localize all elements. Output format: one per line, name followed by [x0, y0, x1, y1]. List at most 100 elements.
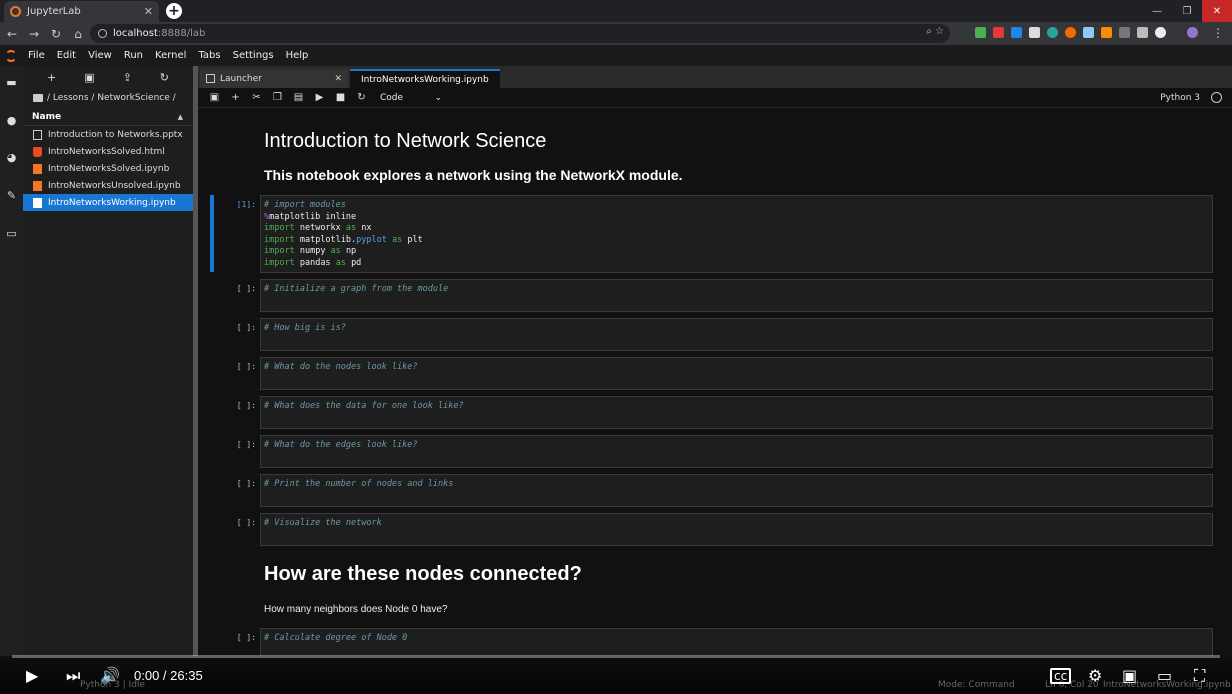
- file-browser: + ▣ ⇪ ↻ / Lessons / NetworkScience / Nam…: [23, 66, 193, 656]
- file-item[interactable]: Introduction to Networks.pptx: [23, 126, 193, 143]
- breadcrumb[interactable]: / Lessons / NetworkScience /: [23, 88, 193, 108]
- file-list-header[interactable]: Name ▲: [23, 108, 193, 126]
- extension-icon[interactable]: [1047, 27, 1058, 38]
- extension-icon[interactable]: [1155, 27, 1166, 38]
- restart-icon[interactable]: ↻: [351, 92, 372, 103]
- notebook-title: Introduction to Network Science: [264, 130, 547, 152]
- question-text: How many neighbors does Node 0 have?: [264, 604, 448, 615]
- file-item-selected[interactable]: IntroNetworksWorking.ipynb: [23, 194, 193, 211]
- new-launcher-icon[interactable]: +: [47, 71, 56, 84]
- restore-button[interactable]: ❐: [1172, 0, 1202, 22]
- new-folder-icon[interactable]: ▣: [84, 71, 94, 84]
- save-icon[interactable]: ▣: [204, 92, 225, 103]
- folder-icon[interactable]: ▬: [5, 77, 18, 89]
- file-item[interactable]: IntroNetworksUnsolved.ipynb: [23, 177, 193, 194]
- close-icon[interactable]: ✕: [334, 74, 342, 84]
- file-item[interactable]: IntroNetworksSolved.ipynb: [23, 160, 193, 177]
- theater-mode-icon[interactable]: ▭: [1157, 666, 1172, 685]
- info-icon[interactable]: [98, 29, 107, 38]
- home-icon[interactable]: ⌂: [68, 27, 88, 41]
- run-icon[interactable]: ▶: [309, 92, 330, 103]
- volume-icon[interactable]: 🔊: [100, 666, 120, 685]
- window-close-button[interactable]: ✕: [1202, 0, 1232, 22]
- sort-arrow-icon[interactable]: ▲: [178, 113, 183, 121]
- left-activity-bar: ▬ ● ◕ ✎ ▭: [0, 66, 23, 656]
- tab-notebook[interactable]: IntroNetworksWorking.ipynb: [350, 69, 500, 88]
- paste-icon[interactable]: ▤: [288, 92, 309, 103]
- extension-icon[interactable]: [993, 27, 1004, 38]
- settings-gear-icon[interactable]: ⚙: [1088, 666, 1102, 685]
- jupyter-favicon-icon: [10, 6, 21, 17]
- back-arrow-icon[interactable]: ←: [2, 27, 22, 41]
- stop-icon[interactable]: ■: [330, 92, 351, 103]
- add-cell-icon[interactable]: +: [225, 92, 246, 103]
- cell-prompt: [ ]:: [236, 440, 256, 449]
- file-name: IntroNetworksWorking.ipynb: [48, 197, 176, 208]
- next-icon[interactable]: ⏭: [66, 666, 80, 686]
- code-comment: # Initialize a graph from the module: [264, 284, 449, 294]
- reload-icon[interactable]: ↻: [46, 27, 66, 41]
- menu-settings[interactable]: Settings: [227, 50, 280, 61]
- tab-launcher[interactable]: Launcher ✕: [200, 69, 348, 88]
- cell-prompt: [ ]:: [236, 323, 256, 332]
- extension-icon[interactable]: [1011, 27, 1022, 38]
- menu-kernel[interactable]: Kernel: [149, 50, 192, 61]
- extension-icon[interactable]: [975, 27, 986, 38]
- file-item[interactable]: IntroNetworksSolved.html: [23, 143, 193, 160]
- menu-file[interactable]: File: [22, 50, 51, 61]
- menu-tabs[interactable]: Tabs: [192, 50, 226, 61]
- miniplayer-icon[interactable]: ▣: [1122, 666, 1137, 685]
- extension-icon[interactable]: [1101, 27, 1112, 38]
- captions-icon[interactable]: cc: [1050, 668, 1072, 684]
- play-icon[interactable]: ▶: [26, 666, 38, 685]
- minimize-button[interactable]: —: [1142, 0, 1172, 22]
- code-editor[interactable]: # Visualize the network: [260, 513, 1213, 546]
- code-editor[interactable]: # Print the number of nodes and links: [260, 474, 1213, 507]
- code-editor[interactable]: # Calculate degree of Node 0: [260, 628, 1213, 656]
- upload-icon[interactable]: ⇪: [123, 71, 132, 84]
- copy-icon[interactable]: ❐: [267, 92, 288, 103]
- menu-run[interactable]: Run: [118, 50, 149, 61]
- video-controls: Python 3 | Idle Mode: Command Ln 6, Col …: [0, 658, 1232, 694]
- code-comment: # How big is is?: [264, 323, 346, 333]
- code-editor[interactable]: # Initialize a graph from the module: [260, 279, 1213, 312]
- cell-prompt: [ ]:: [236, 518, 256, 527]
- fullscreen-icon[interactable]: ⛶: [1194, 666, 1205, 686]
- tabs-icon[interactable]: ▭: [5, 228, 18, 240]
- cell-type-value: Code: [380, 92, 404, 103]
- palette-icon[interactable]: ◕: [5, 152, 18, 164]
- refresh-icon[interactable]: ↻: [160, 71, 169, 84]
- menu-view[interactable]: View: [82, 50, 118, 61]
- code-editor[interactable]: # What do the edges look like?: [260, 435, 1213, 468]
- cell-type-select[interactable]: Code ⌄: [380, 93, 442, 103]
- extension-icon[interactable]: [1119, 27, 1130, 38]
- notebook-panel[interactable]: Introduction to Network Science This not…: [198, 108, 1232, 656]
- browser-menu-icon[interactable]: ⋮: [1212, 26, 1224, 40]
- code-editor[interactable]: # What do the nodes look like?: [260, 357, 1213, 390]
- cut-icon[interactable]: ✂: [246, 92, 267, 103]
- menu-edit[interactable]: Edit: [51, 50, 82, 61]
- extension-icon[interactable]: [1137, 27, 1148, 38]
- code-editor[interactable]: # What does the data for one look like?: [260, 396, 1213, 429]
- code-line: import numpy as np: [264, 246, 357, 257]
- code-editor[interactable]: # How big is is?: [260, 318, 1213, 351]
- extension-icon[interactable]: [1083, 27, 1094, 38]
- wrench-icon[interactable]: ✎: [5, 190, 18, 202]
- url-field[interactable]: localhost:8888/lab ⌕ ☆: [90, 24, 950, 43]
- cell-prompt: [ ]:: [236, 362, 256, 371]
- code-editor[interactable]: # import modules %matplotlib inline impo…: [260, 195, 1213, 273]
- extension-icon[interactable]: [1065, 27, 1076, 38]
- extension-icon[interactable]: [1029, 27, 1040, 38]
- zoom-and-star-icons[interactable]: ⌕ ☆: [926, 26, 944, 37]
- browser-tab-title: JupyterLab: [27, 6, 81, 17]
- avatar[interactable]: [1187, 27, 1198, 38]
- kernel-name[interactable]: Python 3: [1160, 93, 1200, 103]
- menu-help[interactable]: Help: [280, 50, 315, 61]
- breadcrumb-path[interactable]: / Lessons / NetworkScience /: [47, 93, 176, 103]
- new-tab-button[interactable]: +: [166, 3, 182, 19]
- running-icon[interactable]: ●: [5, 115, 18, 127]
- close-tab-icon[interactable]: ✕: [144, 5, 153, 18]
- forward-arrow-icon[interactable]: →: [24, 27, 44, 41]
- section-heading: How are these nodes connected?: [264, 563, 582, 585]
- browser-tab[interactable]: JupyterLab ✕: [4, 1, 159, 22]
